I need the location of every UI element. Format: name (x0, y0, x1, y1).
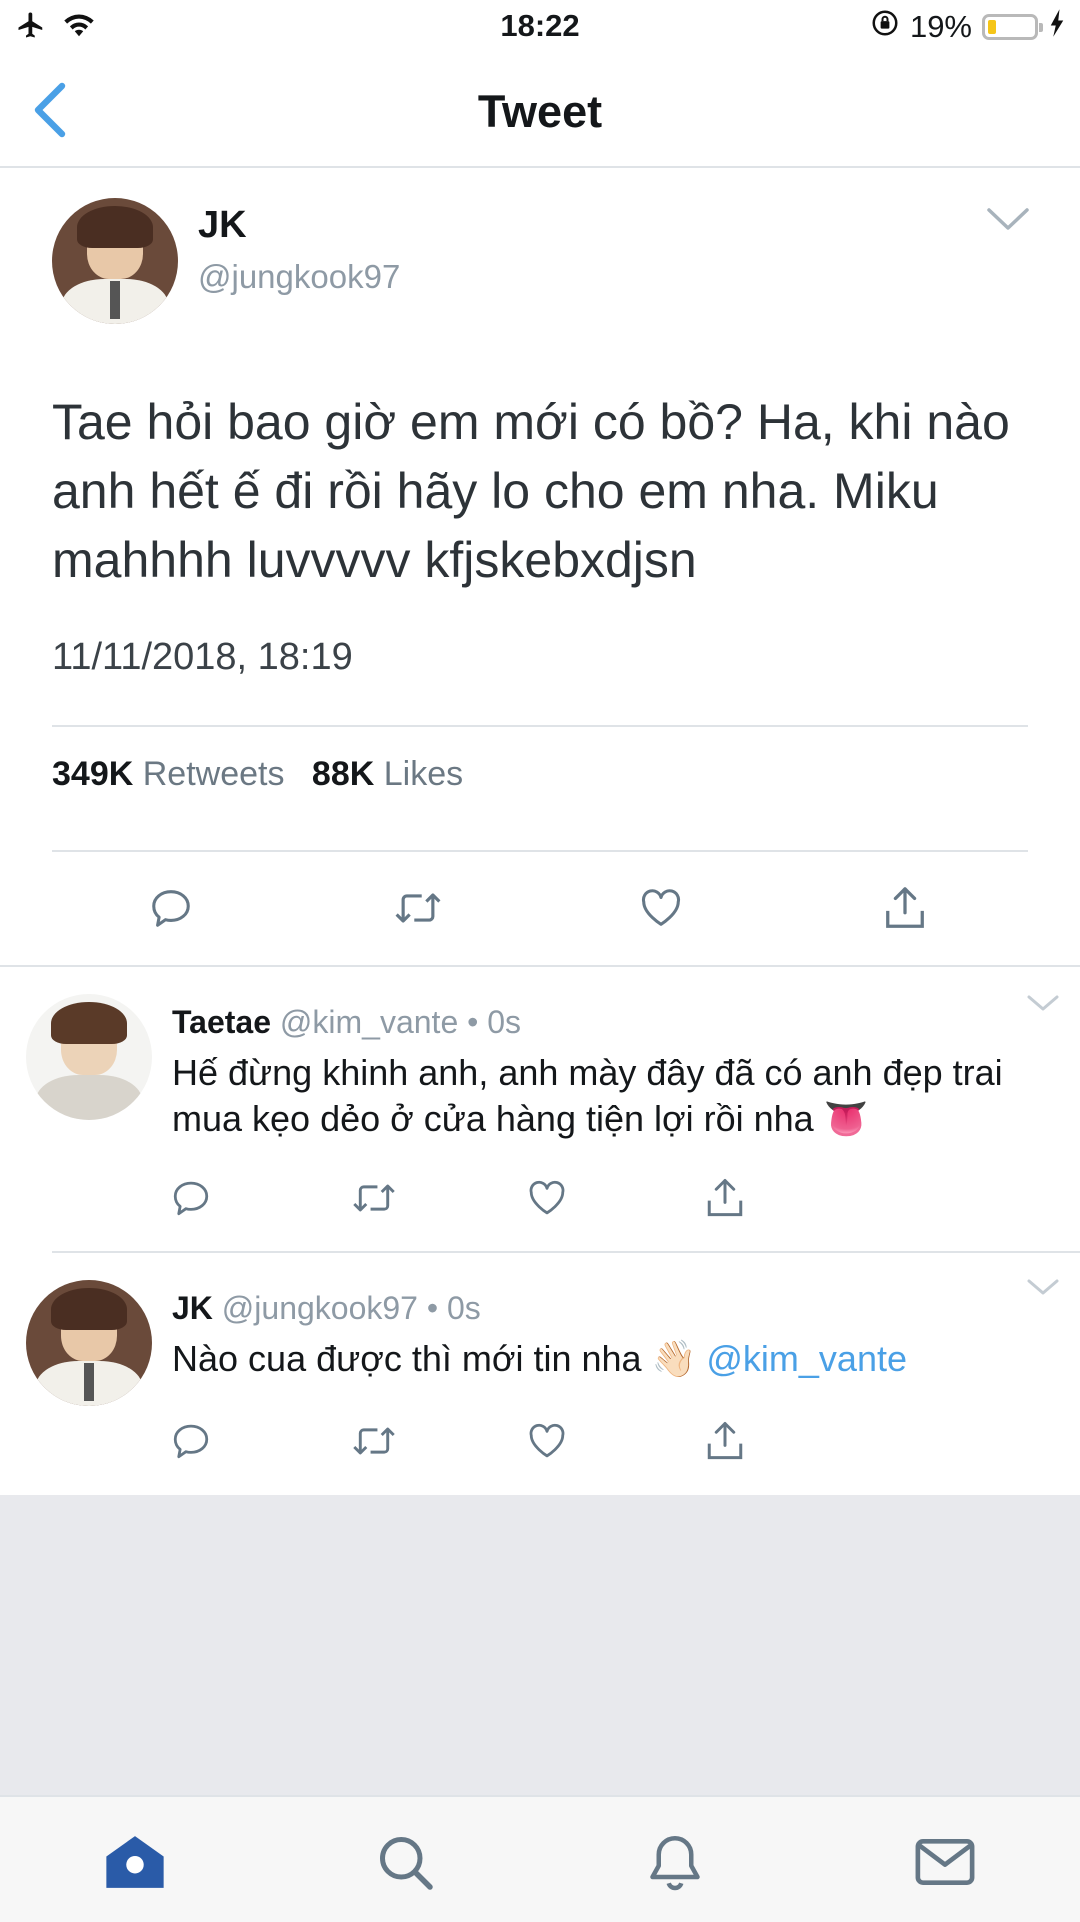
author-name[interactable]: JK (198, 204, 247, 247)
retweet-button[interactable] (350, 1420, 398, 1462)
search-icon (380, 1837, 433, 1890)
chevron-down-icon (1027, 1279, 1059, 1295)
reply-menu-button[interactable] (1026, 1278, 1060, 1301)
reply-time: 0s (446, 1290, 481, 1326)
reply-author-name[interactable]: Taetae (172, 1004, 271, 1040)
reply-time: 0s (487, 1004, 522, 1040)
reply-icon (173, 1424, 209, 1459)
like-button[interactable] (638, 885, 684, 931)
reply-author-name[interactable]: JK (172, 1290, 213, 1326)
separator-dot: • (426, 1290, 439, 1326)
retweet-icon (353, 1184, 395, 1212)
main-tweet-actions (0, 880, 1080, 936)
reply-author-handle[interactable]: @kim_vante (280, 1004, 458, 1040)
like-button[interactable] (526, 1420, 568, 1462)
reply-menu-button[interactable] (1026, 994, 1060, 1017)
tab-notifications[interactable] (640, 1827, 710, 1897)
share-icon (707, 1179, 743, 1217)
orientation-lock-icon (870, 8, 900, 46)
reply-icon (152, 890, 190, 927)
tweet-timestamp: 11/11/2018, 18:19 (52, 636, 353, 678)
reply-button[interactable] (170, 1177, 212, 1219)
share-button[interactable] (704, 1419, 746, 1463)
like-icon (529, 1180, 565, 1215)
like-button[interactable] (526, 1177, 568, 1219)
chevron-down-icon (1027, 995, 1059, 1011)
notifications-icon (650, 1836, 700, 1891)
avatar[interactable] (26, 1280, 152, 1406)
battery-percent: 19% (909, 9, 972, 44)
chevron-down-icon (987, 208, 1029, 230)
empty-area (0, 1495, 1080, 1795)
retweets-count[interactable]: 349K (52, 755, 133, 793)
divider (52, 725, 1028, 727)
tab-search[interactable] (370, 1827, 440, 1897)
like-icon (641, 889, 681, 926)
battery-level (988, 20, 996, 34)
messages-icon (915, 1839, 975, 1885)
retweet-icon (395, 893, 441, 923)
share-icon (886, 887, 924, 928)
reply-author-handle[interactable]: @jungkook97 (222, 1290, 418, 1326)
retweets-label[interactable]: Retweets (143, 755, 285, 793)
reply-text: Nào cua được thì mới tin nha 👋🏻 (172, 1338, 697, 1379)
tab-messages[interactable] (910, 1827, 980, 1897)
likes-count[interactable]: 88K (312, 755, 374, 793)
like-icon (529, 1423, 565, 1458)
mention-link[interactable]: @kim_vante (706, 1338, 907, 1379)
separator-dot: • (467, 1004, 479, 1040)
retweet-button[interactable] (350, 1177, 398, 1219)
status-bar: 18:22 19% (0, 0, 1080, 56)
tweet-menu-button[interactable] (986, 206, 1030, 237)
divider (0, 965, 1080, 967)
reply-actions (0, 1175, 1080, 1221)
charging-icon (1048, 8, 1066, 46)
reply-text-line: Nào cua được thì mới tin nha 👋🏻 @kim_van… (172, 1336, 1032, 1382)
divider (52, 850, 1028, 852)
avatar[interactable] (26, 994, 152, 1120)
tweet-text: Tae hỏi bao giờ em mới có bồ? Ha, khi nà… (52, 394, 1010, 588)
battery-icon (982, 14, 1043, 40)
home-icon (106, 1836, 164, 1888)
reply-button[interactable] (170, 1420, 212, 1462)
nav-bar: Tweet (0, 56, 1080, 168)
tweet-stats: 349K Retweets 88K Likes (52, 755, 481, 794)
tab-bar (0, 1795, 1080, 1922)
reply-text: Hế đừng khinh anh, anh mày đây đã có anh… (172, 1052, 1003, 1139)
page-title: Tweet (477, 86, 603, 137)
share-icon (707, 1422, 743, 1460)
author-handle[interactable]: @jungkook97 (198, 258, 400, 296)
avatar[interactable] (52, 198, 178, 324)
retweet-button[interactable] (392, 885, 444, 931)
reply-button[interactable] (148, 885, 194, 931)
reply-icon (173, 1181, 209, 1216)
tab-home[interactable] (100, 1827, 170, 1897)
divider (52, 1251, 1080, 1253)
reply-actions (0, 1418, 1080, 1464)
retweet-icon (353, 1427, 395, 1455)
share-button[interactable] (704, 1176, 746, 1220)
share-button[interactable] (882, 884, 928, 932)
likes-label[interactable]: Likes (384, 755, 463, 793)
